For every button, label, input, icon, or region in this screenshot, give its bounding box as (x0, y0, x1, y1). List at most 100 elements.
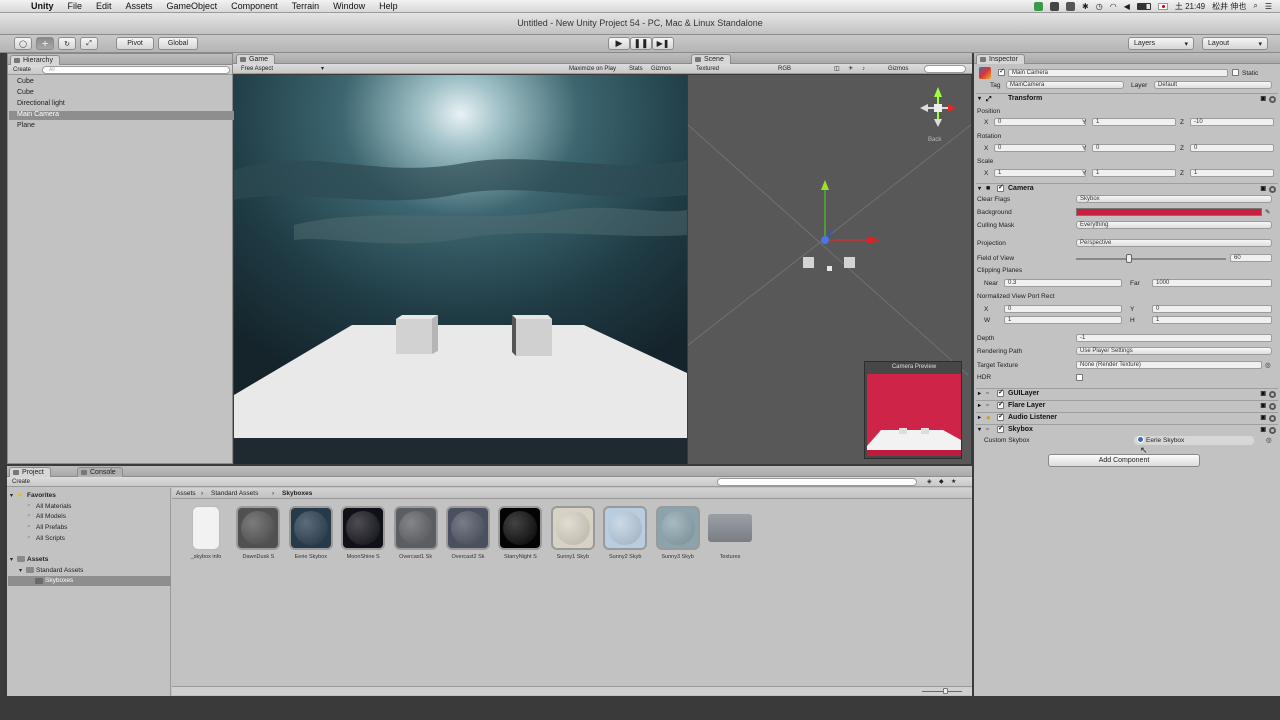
hierarchy-item-main-camera[interactable]: Main Camera (17, 111, 59, 118)
viewport-x-field[interactable]: 0 (1004, 305, 1122, 313)
gameobject-name-field[interactable]: Main Camera (1008, 69, 1228, 77)
menubar-user[interactable]: 松井 伸也 (1212, 1, 1246, 12)
hierarchy-create-button[interactable]: Create (13, 66, 31, 74)
skybox-header[interactable]: ▾ ▫ Skybox ▣ (976, 424, 1278, 434)
viewport-w-field[interactable]: 1 (1004, 316, 1122, 324)
background-color-swatch[interactable] (1076, 208, 1262, 216)
global-toggle[interactable]: Global (158, 37, 198, 50)
projection-dropdown[interactable]: Perspective (1076, 239, 1272, 247)
hierarchy-item-plane[interactable]: Plane (17, 122, 35, 129)
skybox-material-icon[interactable] (446, 506, 490, 550)
foldout-icon[interactable]: ▾ (19, 567, 22, 574)
scene-gizmos-dropdown[interactable]: Gizmos (888, 65, 908, 73)
help-book-icon[interactable]: ▣ (1260, 185, 1266, 192)
skybox-material-icon[interactable] (655, 506, 700, 550)
foldout-icon[interactable]: ▾ (10, 556, 13, 563)
notification-list-icon[interactable]: ☰ (1265, 2, 1272, 11)
foldout-icon[interactable]: ▾ (10, 492, 13, 499)
timemachine-icon[interactable]: ◷ (1096, 2, 1103, 11)
wifi-icon[interactable]: ◠ (1110, 2, 1117, 11)
filter-type-icon[interactable]: ◈ (927, 478, 932, 486)
battery-icon[interactable] (1136, 2, 1151, 10)
tag-dropdown[interactable]: MainCamera (1006, 81, 1124, 89)
gear-icon[interactable] (1269, 415, 1276, 422)
folder-icon[interactable] (708, 514, 752, 542)
culling-mask-dropdown[interactable]: Everything (1076, 221, 1272, 229)
rotation-y-field[interactable]: 0 (1092, 144, 1176, 152)
foldout-icon[interactable]: ▸ (978, 390, 981, 397)
skybox-material-icon[interactable] (236, 506, 281, 550)
menu-edit[interactable]: Edit (89, 1, 119, 11)
fav-all-models[interactable]: All Models (36, 513, 66, 520)
status-app-icon[interactable] (1050, 1, 1060, 11)
tab-game[interactable]: Game (236, 54, 276, 64)
lighting-toggle-icon[interactable]: ☀ (848, 65, 853, 73)
favorites-label[interactable]: Favorites (27, 492, 56, 499)
fav-all-materials[interactable]: All Materials (36, 503, 71, 510)
skybox-material-icon[interactable] (498, 506, 543, 550)
project-search-input[interactable] (717, 478, 917, 486)
pause-button[interactable]: ❚❚ (630, 37, 652, 50)
position-y-field[interactable]: 1 (1092, 118, 1176, 126)
eyedropper-icon[interactable]: ✎ (1265, 208, 1270, 216)
menubar-clock[interactable]: 土 21:49 (1175, 1, 1205, 12)
tab-inspector[interactable]: Inspector (976, 54, 1025, 64)
flare-layer-checkbox[interactable] (997, 400, 1004, 409)
foldout-icon[interactable]: ▸ (978, 414, 981, 421)
status-green-icon[interactable] (1034, 1, 1044, 11)
2d-toggle-icon[interactable]: ◫ (834, 65, 840, 73)
project-create-button[interactable]: Create (12, 478, 30, 486)
aspect-dropdown[interactable]: Free Aspect (241, 65, 273, 73)
menu-terrain[interactable]: Terrain (285, 1, 327, 11)
rendering-path-dropdown[interactable]: Use Player Settings (1076, 347, 1272, 355)
camera-header[interactable]: ▾ ■ Camera ▣ (976, 183, 1278, 193)
gear-icon[interactable] (1269, 427, 1276, 434)
step-button[interactable]: ▶❚ (652, 37, 674, 50)
menu-help[interactable]: Help (372, 1, 405, 11)
foldout-icon[interactable]: ▾ (978, 426, 981, 433)
scale-y-field[interactable]: 1 (1092, 169, 1176, 177)
position-z-field[interactable]: -10 (1190, 118, 1274, 126)
thumbnail-size-thumb[interactable] (943, 688, 948, 694)
help-book-icon[interactable]: ▣ (1260, 402, 1266, 409)
position-x-field[interactable]: 0 (994, 118, 1086, 126)
tree-skyboxes[interactable]: Skyboxes (45, 577, 73, 584)
hierarchy-item-directional-light[interactable]: Directional light (17, 100, 65, 107)
hierarchy-search-input[interactable]: All (42, 66, 230, 74)
help-book-icon[interactable]: ▣ (1260, 95, 1266, 102)
tab-hierarchy[interactable]: Hierarchy (10, 55, 60, 65)
near-field[interactable]: 0.3 (1004, 279, 1122, 287)
game-gizmos-dropdown[interactable]: Gizmos (651, 65, 671, 73)
filter-label-icon[interactable]: ◆ (939, 478, 944, 486)
menu-gameobject[interactable]: GameObject (160, 1, 225, 11)
flare-layer-header[interactable]: ▸ ▫ Flare Layer ▣ (976, 400, 1278, 410)
scale-tool-button[interactable]: ⤢ (80, 37, 98, 50)
object-picker-icon[interactable]: ◎ (1266, 436, 1272, 444)
skybox-material-icon[interactable] (603, 506, 648, 550)
audio-listener-checkbox[interactable] (997, 412, 1004, 421)
hierarchy-item-cube[interactable]: Cube (17, 78, 34, 85)
menu-assets[interactable]: Assets (119, 1, 160, 11)
guilayer-checkbox[interactable] (997, 388, 1004, 397)
clear-flags-dropdown[interactable]: Skybox (1076, 195, 1272, 203)
script-file-icon[interactable] (192, 506, 220, 550)
gameobject-active-checkbox[interactable] (998, 67, 1005, 76)
viewport-y-field[interactable]: 0 (1152, 305, 1272, 313)
hierarchy-item-cube-2[interactable]: Cube (17, 89, 34, 96)
scene-viewport[interactable]: Back Camera Preview (688, 75, 971, 464)
volume-icon[interactable]: ◀ (1124, 2, 1130, 11)
rotation-x-field[interactable]: 0 (994, 144, 1086, 152)
foldout-icon[interactable]: ▸ (978, 402, 981, 409)
menu-window[interactable]: Window (326, 1, 372, 11)
scale-x-field[interactable]: 1 (994, 169, 1086, 177)
static-checkbox[interactable] (1232, 69, 1239, 76)
menu-component[interactable]: Component (224, 1, 285, 11)
foldout-icon[interactable]: ▾ (978, 185, 981, 192)
skybox-material-icon[interactable] (550, 506, 595, 550)
viewport-h-field[interactable]: 1 (1152, 316, 1272, 324)
depth-field[interactable]: -1 (1076, 334, 1272, 342)
gear-icon[interactable] (1269, 96, 1276, 103)
foldout-icon[interactable]: ▾ (978, 95, 981, 102)
add-component-button[interactable]: Add Component (1048, 454, 1200, 467)
layout-dropdown[interactable]: Layout ▾ (1202, 37, 1268, 50)
